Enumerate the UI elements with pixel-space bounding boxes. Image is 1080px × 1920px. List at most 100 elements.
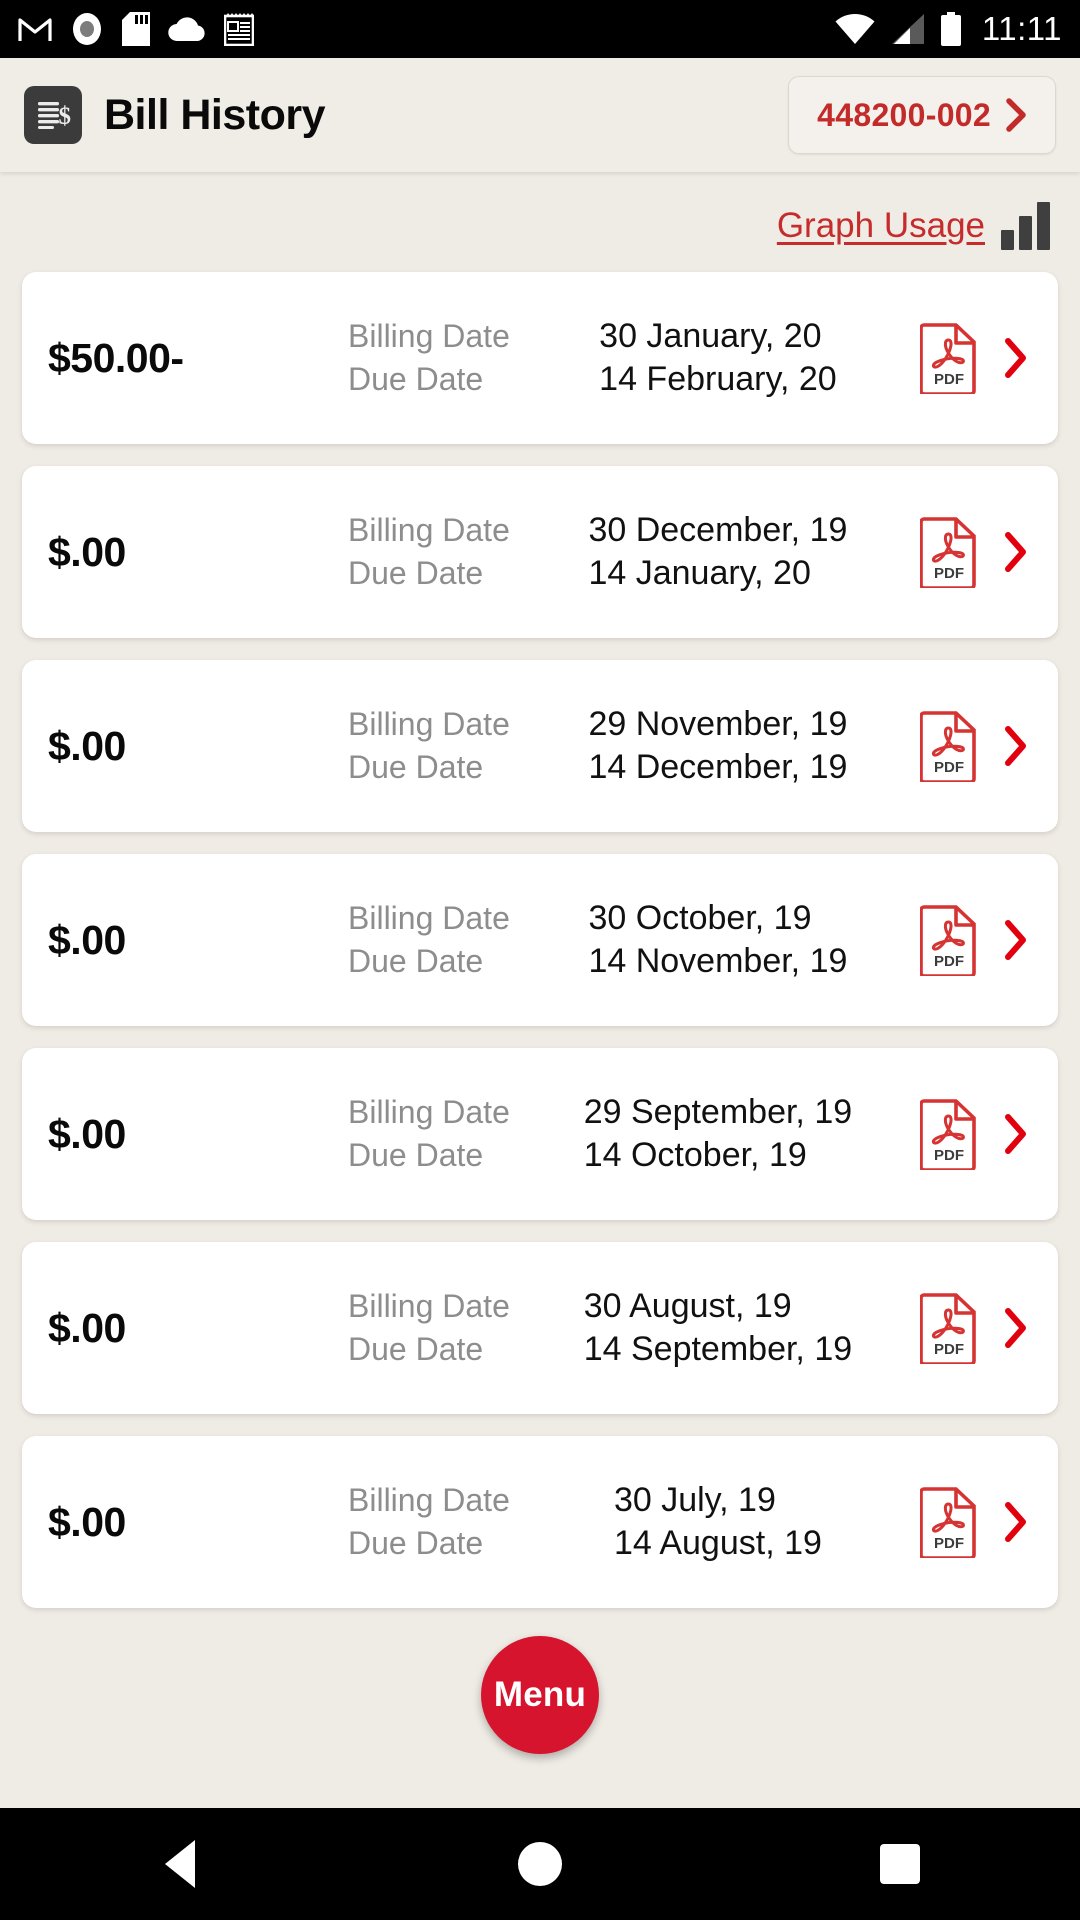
- bill-dates: Billing Date 30 January, 20 Due Date 14 Feb…: [348, 317, 906, 399]
- menu-fab-button[interactable]: Menu: [481, 1636, 599, 1754]
- bill-amount: $.00: [48, 1110, 126, 1157]
- pdf-file-icon[interactable]: PDF: [920, 516, 978, 588]
- svg-text:PDF: PDF: [934, 1341, 964, 1358]
- gmail-icon: [18, 18, 52, 41]
- billing-date-label: Billing Date: [348, 706, 510, 742]
- menu-fab-zone: Menu: [22, 1608, 1058, 1780]
- pdf-file-icon[interactable]: PDF: [920, 710, 978, 782]
- bill-card-actions: PDF: [920, 516, 1028, 588]
- pdf-file-icon[interactable]: PDF: [920, 904, 978, 976]
- bill-card[interactable]: $.00 Billing Date 30 August, 19 Due Date 14 …: [22, 1242, 1058, 1414]
- bar-chart-icon[interactable]: [1001, 202, 1050, 250]
- chevron-right-icon[interactable]: [1002, 1307, 1028, 1349]
- bill-card-actions: PDF: [920, 904, 1028, 976]
- chevron-right-icon[interactable]: [1002, 1113, 1028, 1155]
- bill-amount: $.00: [48, 722, 126, 769]
- bill-amount: $.00: [48, 916, 126, 963]
- bill-card-actions: PDF: [920, 322, 1028, 394]
- cell-signal-icon: [891, 14, 924, 44]
- bill-dates: Billing Date 30 December, 19 Due Date 14 Ja…: [348, 511, 906, 593]
- pdf-file-icon[interactable]: PDF: [920, 1486, 978, 1558]
- invoice-dollar-icon: $: [24, 86, 82, 144]
- svg-text:PDF: PDF: [934, 953, 964, 970]
- svg-text:PDF: PDF: [934, 565, 964, 582]
- billing-date-label: Billing Date: [348, 1094, 510, 1130]
- graph-usage-link[interactable]: Graph Usage: [777, 206, 985, 246]
- due-date-value: 14 August, 19: [613, 1524, 822, 1562]
- bill-dates: Billing Date 30 October, 19 Due Date 14 Nov…: [348, 899, 906, 981]
- status-bar-system-icons: 11:11: [834, 10, 1062, 48]
- billing-date-value: 29 September, 19: [583, 1093, 853, 1131]
- billing-date-value: 30 January, 20: [599, 317, 822, 355]
- due-date-label: Due Date: [348, 749, 484, 785]
- bill-list: $50.00- Billing Date 30 January, 20 Due Dat…: [22, 272, 1058, 1608]
- bill-dates: Billing Date 29 November, 19 Due Date 14 De…: [348, 705, 906, 787]
- graph-usage-row: Graph Usage: [22, 172, 1058, 272]
- bill-card[interactable]: $.00 Billing Date 29 November, 19 Due Date 1…: [22, 660, 1058, 832]
- bill-history-content: Graph Usage $50.00- Billing Date 30 Januar…: [0, 172, 1080, 1808]
- due-date-value: 14 September, 19: [583, 1330, 853, 1368]
- bill-dates: Billing Date 30 July, 19 Due Date 14 August…: [348, 1481, 906, 1563]
- nav-home-button[interactable]: [455, 1808, 625, 1920]
- bill-card[interactable]: $.00 Billing Date 29 September, 19 Due Date…: [22, 1048, 1058, 1220]
- pdf-file-icon[interactable]: PDF: [920, 1098, 978, 1170]
- bill-card-actions: PDF: [920, 1486, 1028, 1558]
- bill-amount: $50.00-: [48, 334, 184, 381]
- billing-date-label: Billing Date: [348, 1288, 510, 1324]
- svg-text:PDF: PDF: [934, 1147, 964, 1164]
- svg-text:PDF: PDF: [934, 1535, 964, 1552]
- billing-date-label: Billing Date: [348, 512, 510, 548]
- status-bar: 11:11: [0, 0, 1080, 58]
- account-number-label: 448200-002: [817, 96, 991, 133]
- bill-card[interactable]: $.00 Billing Date 30 October, 19 Due Date 14…: [22, 854, 1058, 1026]
- due-date-label: Due Date: [348, 1331, 484, 1367]
- billing-date-label: Billing Date: [348, 900, 510, 936]
- billing-date-value: 29 November, 19: [588, 705, 848, 743]
- chevron-right-icon[interactable]: [1002, 919, 1028, 961]
- billing-date-value: 30 July, 19: [613, 1481, 776, 1519]
- android-nav-bar: [0, 1808, 1080, 1920]
- bill-card-actions: PDF: [920, 1098, 1028, 1170]
- page-title: Bill History: [104, 90, 326, 139]
- chevron-right-icon[interactable]: [1002, 725, 1028, 767]
- home-circle-icon: [518, 1842, 562, 1886]
- billing-date-label: Billing Date: [348, 318, 510, 354]
- status-bar-notification-icons: [18, 12, 254, 46]
- bill-amount: $.00: [48, 528, 126, 575]
- bill-card[interactable]: $.00 Billing Date 30 July, 19 Due Date 14 Au…: [22, 1436, 1058, 1608]
- chevron-right-icon[interactable]: [1002, 531, 1028, 573]
- due-date-label: Due Date: [348, 361, 484, 397]
- status-bar-clock: 11:11: [981, 10, 1062, 47]
- bill-dates: Billing Date 29 September, 19 Due Date 14 O…: [348, 1093, 906, 1175]
- due-date-value: 14 December, 19: [588, 748, 848, 786]
- chevron-right-icon[interactable]: [1002, 337, 1028, 379]
- battery-icon: [940, 12, 961, 46]
- pdf-file-icon[interactable]: PDF: [920, 1292, 978, 1364]
- due-date-label: Due Date: [348, 943, 484, 979]
- billing-date-value: 30 December, 19: [588, 511, 848, 549]
- billing-date-label: Billing Date: [348, 1482, 510, 1518]
- cloud-icon: [168, 17, 205, 42]
- due-date-label: Due Date: [348, 1137, 484, 1173]
- record-dot-icon: [73, 13, 101, 45]
- nav-back-button[interactable]: [95, 1808, 265, 1920]
- due-date-value: 14 November, 19: [588, 942, 848, 980]
- chevron-right-icon: [1006, 98, 1026, 132]
- due-date-value: 14 February, 20: [599, 360, 837, 398]
- billing-date-value: 30 October, 19: [588, 899, 812, 937]
- nav-recents-button[interactable]: [815, 1808, 985, 1920]
- chevron-right-icon[interactable]: [1002, 1501, 1028, 1543]
- bill-history-screen: 11:11 $ Bill History 448200-002 Graph Us…: [0, 0, 1080, 1920]
- account-selector-button[interactable]: 448200-002: [788, 76, 1056, 154]
- due-date-label: Due Date: [348, 1525, 484, 1561]
- pdf-file-icon[interactable]: PDF: [920, 322, 978, 394]
- wifi-icon: [835, 13, 875, 44]
- bill-card[interactable]: $50.00- Billing Date 30 January, 20 Due Dat…: [22, 272, 1058, 444]
- bill-card[interactable]: $.00 Billing Date 30 December, 19 Due Date 1…: [22, 466, 1058, 638]
- billing-date-value: 30 August, 19: [583, 1287, 792, 1325]
- bill-card-actions: PDF: [920, 1292, 1028, 1364]
- recents-square-icon: [880, 1844, 920, 1884]
- bill-card-actions: PDF: [920, 710, 1028, 782]
- due-date-value: 14 October, 19: [583, 1136, 807, 1174]
- bill-dates: Billing Date 30 August, 19 Due Date 14 Sept…: [348, 1287, 906, 1369]
